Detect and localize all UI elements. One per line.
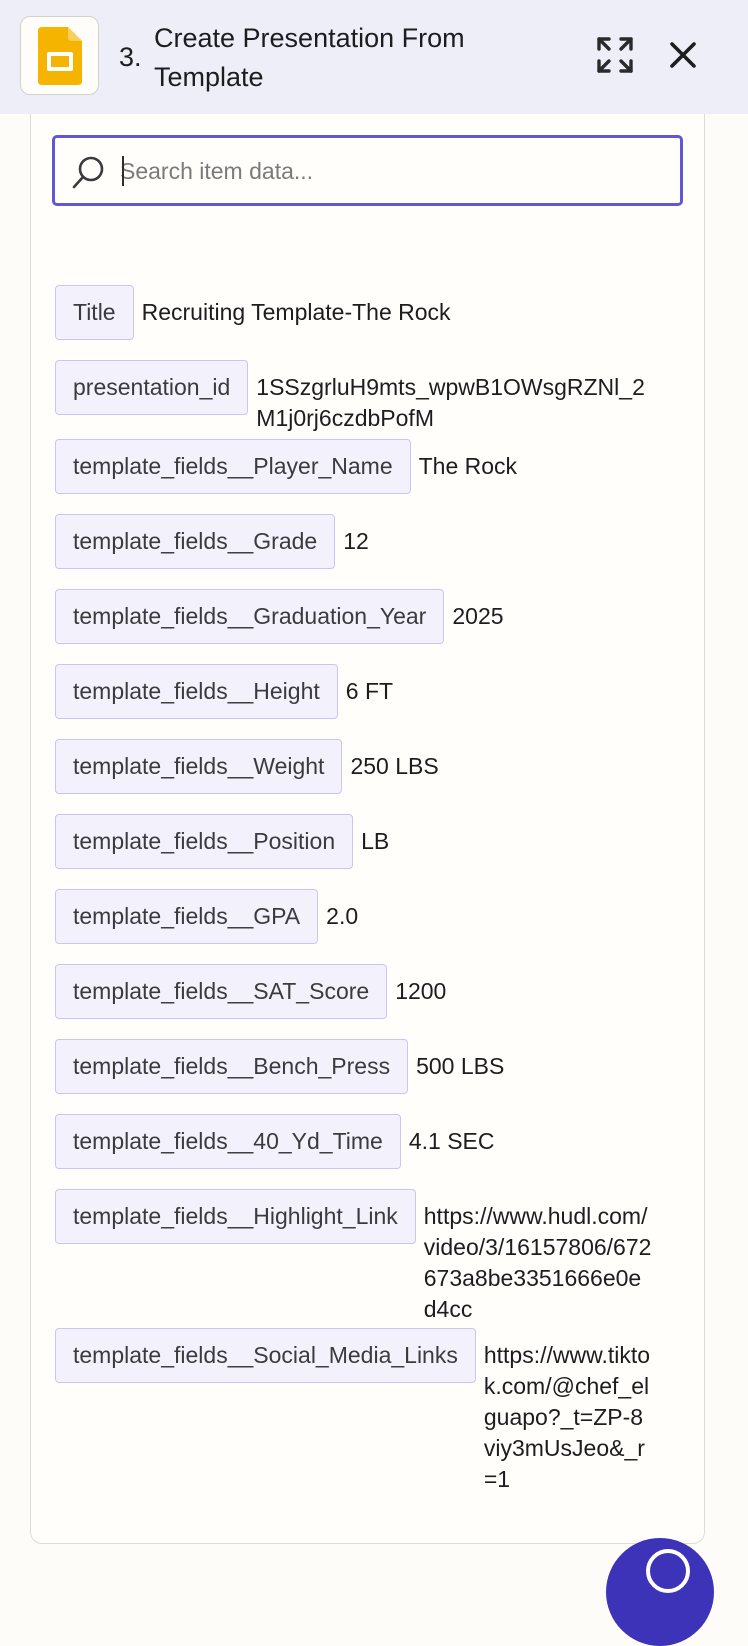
text-cursor [122,156,124,186]
field-value: 12 [343,528,369,554]
field-row: presentation_id 1SSzgrluH9mts_wpwB1OWsgRZ… [55,360,656,434]
field-key-pill[interactable]: template_fields__Height [55,664,338,719]
field-row: template_fields__Social_Media_Links https… [55,1328,654,1495]
field-value: 500 LBS [416,1053,505,1079]
field-row: template_fields__Player_Name The Rock [55,439,517,494]
field-row: template_fields__Grade 12 [55,514,369,569]
field-row: template_fields__Highlight_Link https://w… [55,1189,654,1325]
field-key-pill[interactable]: template_fields__Weight [55,739,343,794]
field-key-pill[interactable]: presentation_id [55,360,249,415]
field-key-pill[interactable]: Title [55,285,134,340]
field-value: LB [361,828,390,854]
field-row: template_fields__Height 6 FT [55,664,393,719]
search-box[interactable] [52,135,683,206]
field-key-pill[interactable]: template_fields__Social_Media_Links [55,1328,476,1383]
field-value: The Rock [418,453,518,479]
field-key-pill[interactable]: template_fields__Bench_Press [55,1039,409,1094]
field-row: template_fields__Weight 250 LBS [55,739,439,794]
search-icon [72,156,104,189]
field-key-pill[interactable]: template_fields__40_Yd_Time [55,1114,401,1169]
app-icon-tile [20,16,99,95]
modal-title: Create Presentation From Template [154,23,465,92]
field-row: template_fields__SAT_Score 1200 [55,964,446,1019]
field-value: 6 FT [345,678,394,704]
expand-icon[interactable] [596,36,634,74]
field-value: https://www.tiktok.com/@chef_elguapo?_t=… [483,1342,651,1492]
field-key-pill[interactable]: template_fields__Graduation_Year [55,589,445,644]
field-key-pill[interactable]: template_fields__Position [55,814,354,869]
field-key-pill[interactable]: template_fields__Grade [55,514,336,569]
field-key-pill[interactable]: template_fields__Highlight_Link [55,1189,416,1244]
google-slides-icon [38,27,82,85]
field-row: template_fields__GPA 2.0 [55,889,358,944]
chat-help-button[interactable] [606,1538,714,1646]
field-row: template_fields__Bench_Press 500 LBS [55,1039,504,1094]
field-row: template_fields__40_Yd_Time 4.1 SEC [55,1114,495,1169]
close-icon[interactable] [666,38,700,72]
field-value: https://www.hudl.com/video/3/16157806/67… [423,1203,652,1322]
field-value: 2.0 [326,903,359,929]
chat-icon [646,1549,690,1593]
step-number: 3. [119,42,142,72]
field-key-pill[interactable]: template_fields__GPA [55,889,319,944]
field-row: Title Recruiting Template-The Rock [55,285,451,340]
field-value: 250 LBS [350,753,439,779]
field-value: Recruiting Template-The Rock [141,299,451,325]
field-value: 1SSzgrluH9mts_wpwB1OWsgRZNl_2M1j0rj6czdb… [256,374,645,431]
field-row: template_fields__Position LB [55,814,389,869]
field-key-pill[interactable]: template_fields__Player_Name [55,439,411,494]
field-key-pill[interactable]: template_fields__SAT_Score [55,964,388,1019]
field-value: 2025 [452,603,504,629]
modal-header: 3. Create Presentation From Template [0,0,748,114]
field-row: template_fields__Graduation_Year 2025 [55,589,504,644]
search-input[interactable] [120,154,660,188]
field-value: 1200 [395,978,447,1004]
field-value: 4.1 SEC [408,1128,495,1154]
